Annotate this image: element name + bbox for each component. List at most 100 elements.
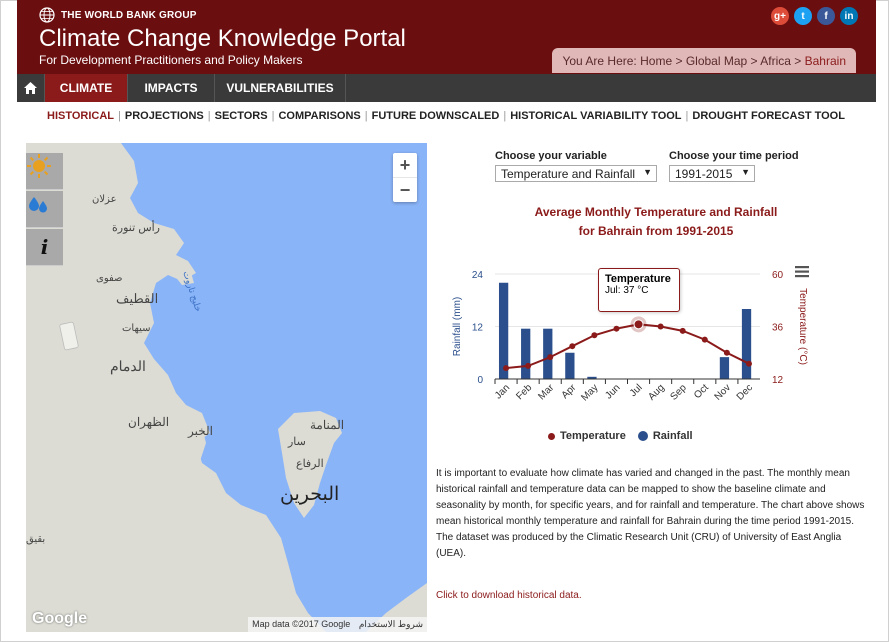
temperature-point[interactable]: [547, 354, 554, 361]
map-tool-temperature[interactable]: [26, 153, 63, 190]
x-tick-label: Dec: [735, 382, 755, 402]
x-tick-label: Oct: [692, 382, 711, 401]
chart-title-line1: Average Monthly Temperature and Rainfall: [534, 205, 778, 219]
map-terrain: [26, 143, 427, 632]
subnav-historical[interactable]: HISTORICAL: [47, 110, 114, 122]
legend-temperature[interactable]: Temperature: [548, 430, 626, 442]
rainfall-bar[interactable]: [565, 352, 575, 379]
variable-select[interactable]: Temperature and Rainfall ▼: [495, 165, 657, 182]
temperature-point[interactable]: [503, 365, 510, 372]
twitter-icon[interactable]: t: [794, 7, 812, 25]
breadcrumb-global-map[interactable]: Global Map: [686, 54, 747, 68]
site-subtitle: For Development Practitioners and Policy…: [39, 53, 303, 67]
breadcrumb-current: Bahrain: [804, 54, 846, 68]
globe-icon: [39, 7, 55, 23]
map-tool-rainfall[interactable]: [26, 191, 63, 228]
subnav-historical-variability-tool[interactable]: HISTORICAL VARIABILITY TOOL: [510, 110, 681, 122]
temperature-point[interactable]: [525, 362, 532, 369]
y-right-tick-label: 12: [772, 375, 784, 386]
temperature-point[interactable]: [679, 327, 686, 334]
legend-rainfall-label: Rainfall: [652, 430, 693, 442]
map-label-saar: سار: [288, 436, 306, 448]
subnav-projections[interactable]: PROJECTIONS: [125, 110, 204, 122]
temperature-point[interactable]: [591, 332, 598, 339]
rainfall-bar[interactable]: [719, 357, 730, 379]
y-right-tick-label: 60: [772, 270, 784, 281]
map-terms-link[interactable]: شروط الاستخدام: [359, 619, 423, 629]
map-label-saihat: سيهات: [122, 323, 151, 334]
y-right-axis-label: Temperature (°C): [797, 288, 808, 365]
map-tool-info[interactable]: i: [26, 229, 63, 266]
map-label-safwa: صفوى: [96, 273, 123, 284]
nav-climate[interactable]: CLIMATE: [45, 74, 128, 102]
rainfall-bar[interactable]: [498, 282, 509, 379]
period-select[interactable]: 1991-2015 ▼: [669, 165, 755, 182]
map-label-dhahran: الظهران: [128, 415, 170, 429]
map-label-manama: المنامة: [310, 418, 345, 432]
temperature-series-line: [505, 323, 750, 370]
tooltip-title: Temperature: [605, 273, 671, 285]
x-tick-label: Feb: [514, 382, 534, 402]
temperature-point[interactable]: [745, 360, 752, 367]
world-bank-logo[interactable]: THE WORLD BANK GROUP: [39, 7, 197, 23]
site-title[interactable]: Climate Change Knowledge Portal: [39, 25, 406, 53]
linkedin-icon[interactable]: in: [840, 7, 858, 25]
rainfall-bar[interactable]: [741, 309, 752, 379]
site-header: THE WORLD BANK GROUP Climate Change Know…: [17, 0, 876, 74]
subnav-sectors[interactable]: SECTORS: [215, 110, 268, 122]
temperature-point[interactable]: [613, 325, 620, 332]
rainfall-bar[interactable]: [543, 328, 553, 379]
map-label-abqaiq: بقيق: [26, 534, 46, 545]
map-view[interactable]: i + − عزلان رأس تنورة صفوى القطيف سيهات …: [26, 143, 427, 632]
x-tick-label: Jun: [603, 382, 622, 401]
google-plus-icon[interactable]: g+: [771, 7, 789, 25]
legend-rainfall[interactable]: Rainfall: [637, 430, 693, 442]
temperature-point[interactable]: [633, 319, 644, 330]
breadcrumb-africa[interactable]: Africa: [760, 54, 791, 68]
tooltip-text: Jul: 37 °C: [605, 285, 649, 296]
x-tick-label: Jan: [493, 382, 512, 401]
x-tick-label: May: [579, 382, 600, 403]
x-tick-label: Apr: [560, 382, 579, 401]
nav-home[interactable]: [17, 74, 45, 102]
map-label-khobar: الخبر: [188, 424, 213, 438]
zoom-out-button[interactable]: −: [393, 178, 417, 202]
download-historical-data-link[interactable]: Click to download historical data.: [436, 590, 582, 601]
temperature-point[interactable]: [569, 343, 576, 350]
rainfall-bar[interactable]: [521, 328, 531, 379]
breadcrumb-home[interactable]: Home: [640, 54, 672, 68]
subnav-future-downscaled[interactable]: FUTURE DOWNSCALED: [372, 110, 500, 122]
nav-vulnerabilities[interactable]: VULNERABILITIES: [215, 74, 346, 102]
zoom-control: + −: [393, 153, 417, 202]
breadcrumb: You Are Here: Home > Global Map > Africa…: [552, 48, 856, 73]
facebook-icon[interactable]: f: [817, 7, 835, 25]
map-data-text: Map data ©2017 Google: [252, 619, 351, 629]
x-tick-label: Mar: [536, 382, 556, 402]
y-left-axis-label: Rainfall (mm): [452, 297, 463, 356]
temperature-point[interactable]: [701, 336, 708, 343]
temperature-point[interactable]: [723, 349, 730, 356]
subnav-drought-forecast-tool[interactable]: DROUGHT FORECAST TOOL: [692, 110, 845, 122]
zoom-in-button[interactable]: +: [393, 153, 417, 178]
chart-legend: Temperature Rainfall: [548, 430, 693, 442]
breadcrumb-prefix: You Are Here:: [562, 54, 637, 68]
y-left-tick-label: 24: [472, 270, 484, 281]
chart-title-line2: for Bahrain from 1991-2015: [578, 224, 734, 238]
home-icon: [24, 82, 37, 94]
variable-select-value: Temperature and Rainfall: [501, 167, 636, 181]
chevron-down-icon: ▼: [741, 167, 750, 177]
raindrop-icon: [29, 197, 47, 213]
temperature-line: [503, 316, 752, 372]
google-logo[interactable]: Google: [32, 610, 87, 628]
y-left-tick-label: 0: [477, 375, 483, 386]
sub-nav: HISTORICAL | PROJECTIONS | SECTORS | COMPARISO…: [47, 110, 845, 122]
chevron-down-icon: ▼: [643, 167, 652, 177]
temperature-point[interactable]: [657, 323, 664, 330]
subnav-comparisons[interactable]: COMPARISONS: [278, 110, 360, 122]
main-nav: CLIMATE IMPACTS VULNERABILITIES: [17, 74, 876, 102]
chart-tooltip: Temperature Jul: 37 °C: [598, 268, 680, 312]
chart-menu-icon[interactable]: [795, 266, 809, 278]
legend-rainfall-marker: [637, 431, 648, 441]
nav-impacts[interactable]: IMPACTS: [128, 74, 215, 102]
period-label: Choose your time period: [669, 150, 799, 162]
